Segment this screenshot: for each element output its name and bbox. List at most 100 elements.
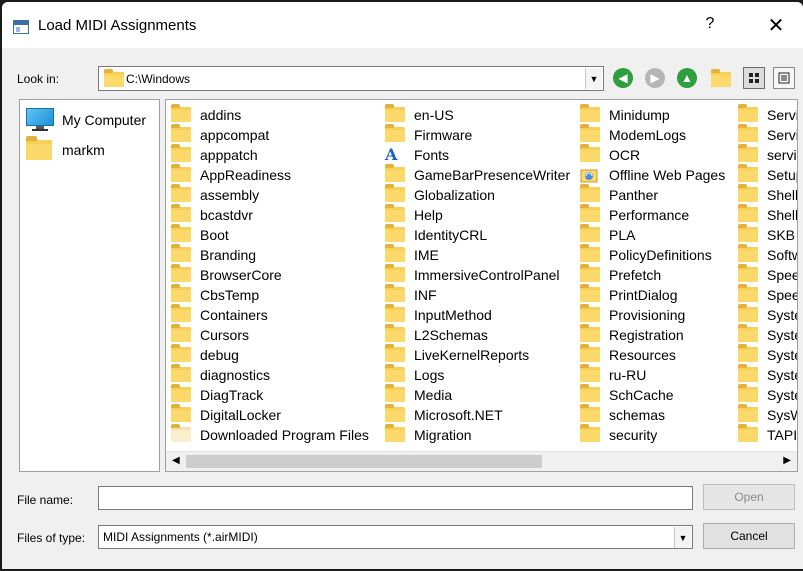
file-item-label: addins [200,107,242,123]
file-item-label: SysW [767,407,797,423]
file-item[interactable]: ImmersiveControlPanel [385,264,570,285]
file-item[interactable]: diagnostics [171,364,369,385]
file-item[interactable]: Shell [738,184,797,205]
file-item[interactable]: InputMethod [385,304,570,325]
file-item-label: Media [414,387,453,403]
file-item[interactable]: Spee [738,264,798,285]
list-view-icon[interactable] [743,67,765,89]
file-item[interactable]: security [580,424,725,445]
open-button[interactable]: Open [703,484,795,510]
sidebar-item-markm[interactable]: markm [26,136,105,164]
file-item[interactable]: Servi [738,124,797,145]
file-item[interactable]: SchCache [580,384,725,405]
look-in-dropdown-arrow[interactable]: ▼ [585,68,602,89]
file-item[interactable]: OCR [580,144,725,165]
file-item[interactable]: Firmware [385,124,570,145]
file-item[interactable]: Provisioning [580,304,725,325]
file-item[interactable]: Spee [738,284,797,305]
file-item[interactable]: CbsTemp [171,284,369,305]
scroll-right-icon[interactable]: ▶ [783,455,791,466]
folder-icon [171,264,191,283]
file-item[interactable]: en-US [385,104,570,125]
sidebar-item-my-computer[interactable]: My Computer [26,106,146,134]
file-item[interactable]: Syste [738,324,797,345]
file-item[interactable]: IME [385,244,570,265]
file-item[interactable]: LiveKernelReports [385,344,570,365]
file-item[interactable]: ru-RU [580,364,725,385]
back-arrow-icon[interactable]: ◀ [613,68,633,88]
file-item[interactable]: Syste [738,364,797,385]
file-item[interactable]: A Fonts [385,145,570,165]
file-item[interactable]: Syste [738,384,797,405]
file-item[interactable]: Prefetch [580,264,725,285]
file-item-label: Help [414,207,443,223]
file-item[interactable]: Branding [171,244,369,265]
file-item[interactable]: Microsoft.NET [385,404,570,425]
detail-view-icon[interactable] [773,67,795,89]
file-item[interactable]: debug [171,344,369,365]
file-item[interactable]: Minidump [580,104,725,125]
file-item[interactable]: Help [385,204,570,225]
file-item[interactable]: Downloaded Program Files [171,424,369,445]
file-item[interactable]: DiagTrack [171,384,369,405]
file-item[interactable]: Registration [580,324,725,345]
file-item[interactable]: ModemLogs [580,124,725,145]
scrollbar-thumb[interactable] [186,455,542,468]
file-item[interactable]: Cursors [171,324,369,345]
file-item[interactable]: Softw [738,244,797,265]
file-name-input[interactable] [98,486,693,510]
horizontal-scrollbar[interactable]: ◀ ▶ [166,451,797,471]
file-item[interactable]: Syste [738,344,797,365]
file-item[interactable]: Servi [738,104,797,125]
file-item[interactable]: GameBarPresenceWriter [385,164,570,185]
scroll-left-icon[interactable]: ◀ [172,455,180,466]
file-item[interactable]: IdentityCRL [385,224,570,245]
file-item[interactable]: SKB [738,224,797,245]
file-item[interactable]: appcompat [171,124,369,145]
file-item[interactable]: schemas [580,404,725,425]
file-item[interactable]: Media [385,384,570,405]
file-item-label: IME [414,247,439,263]
file-item[interactable]: PolicyDefinitions [580,244,725,265]
file-item[interactable]: DigitalLocker [171,404,369,425]
file-item[interactable]: Globalization [385,184,570,205]
folder-icon [738,184,758,203]
forward-arrow-icon[interactable]: ▶ [645,68,665,88]
file-item[interactable]: bcastdvr [171,204,369,225]
file-item[interactable]: TAPI [738,424,797,445]
file-item[interactable]: addins [171,104,369,125]
folder-icon [385,244,405,263]
file-item[interactable]: BrowserCore [171,264,369,285]
help-button[interactable]: ? [702,15,718,33]
file-item[interactable]: Performance [580,204,725,225]
file-item[interactable]: Syste [738,304,797,325]
file-item[interactable]: SysW [738,404,797,425]
close-button[interactable]: ✕ [764,16,788,36]
file-type-select[interactable]: MIDI Assignments (*.airMIDI) ▼ [98,525,693,549]
file-item[interactable]: Containers [171,304,369,325]
file-item-label: security [609,427,658,443]
file-item[interactable]: Resources [580,344,725,365]
file-item[interactable]: PrintDialog [580,284,725,305]
file-type-dropdown-arrow[interactable]: ▼ [674,527,691,548]
file-item[interactable]: assembly [171,184,369,205]
look-in-combo[interactable]: C:\Windows ▼ [98,66,604,91]
sidebar: My Computer markm [19,99,160,472]
file-item[interactable]: INF [385,284,570,305]
new-folder-icon[interactable] [711,69,731,87]
up-arrow-icon[interactable]: ▲ [677,68,697,88]
file-item[interactable]: L2Schemas [385,324,570,345]
file-item[interactable]: Offline Web Pages [580,165,725,185]
file-item[interactable]: Panther [580,184,725,205]
file-item[interactable]: Boot [171,224,369,245]
file-item[interactable]: Shell [738,204,797,225]
file-item[interactable]: Logs [385,364,570,385]
file-item[interactable]: servic [738,144,797,165]
file-item[interactable]: apppatch [171,144,369,165]
file-item[interactable]: AppReadiness [171,164,369,185]
file-item-label: Spee [767,267,798,283]
file-item[interactable]: Migration [385,424,570,445]
file-item[interactable]: Setup [738,164,797,185]
cancel-button[interactable]: Cancel [703,523,795,549]
file-item[interactable]: PLA [580,224,725,245]
